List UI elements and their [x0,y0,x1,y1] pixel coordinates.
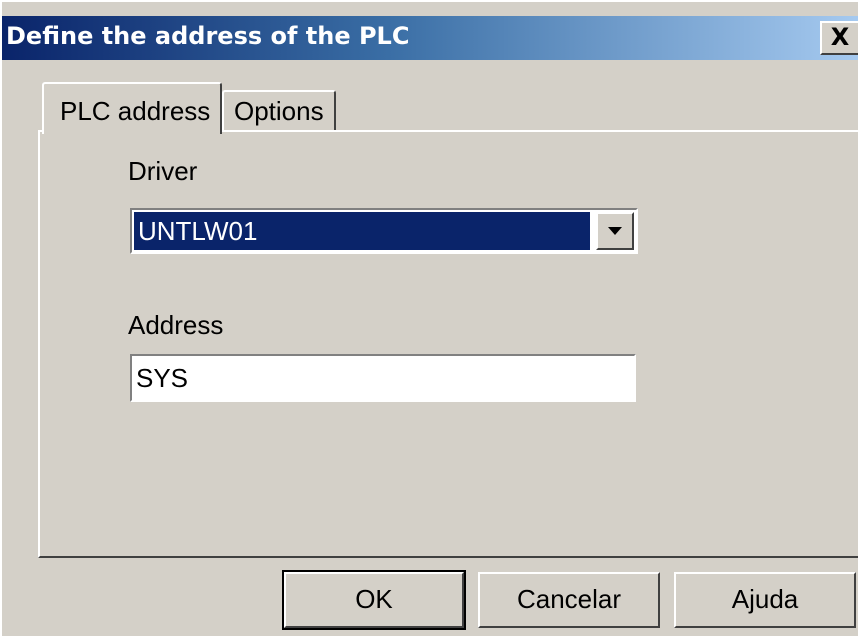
tab-label: Options [234,96,324,126]
dialog-title: Define the address of the PLC [6,22,410,50]
dialog-window: Define the address of the PLC X PLC addr… [0,0,858,636]
ok-button[interactable]: OK [282,570,466,630]
tab-label: PLC address [60,96,211,126]
address-label: Address [128,310,224,340]
driver-label: Driver [128,156,198,186]
driver-select[interactable]: UNTLW01 [130,208,638,254]
help-label: Ajuda [731,584,799,614]
tab-panel: Driver UNTLW01 Address [38,130,858,558]
title-bar[interactable]: Define the address of the PLC X [2,16,858,60]
cancel-button[interactable]: Cancelar [478,572,660,628]
dropdown-button[interactable] [596,212,634,250]
tab-options[interactable]: Options [222,90,336,130]
address-input[interactable] [130,354,636,402]
close-button[interactable]: X [820,21,858,55]
chevron-down-icon [608,227,622,235]
help-button[interactable]: Ajuda [674,572,856,628]
cancel-label: Cancelar [516,584,622,614]
ok-label: OK [355,584,393,614]
driver-selected-value: UNTLW01 [134,212,590,250]
tab-plc-address[interactable]: PLC address [42,82,222,134]
close-icon: X [830,23,850,51]
